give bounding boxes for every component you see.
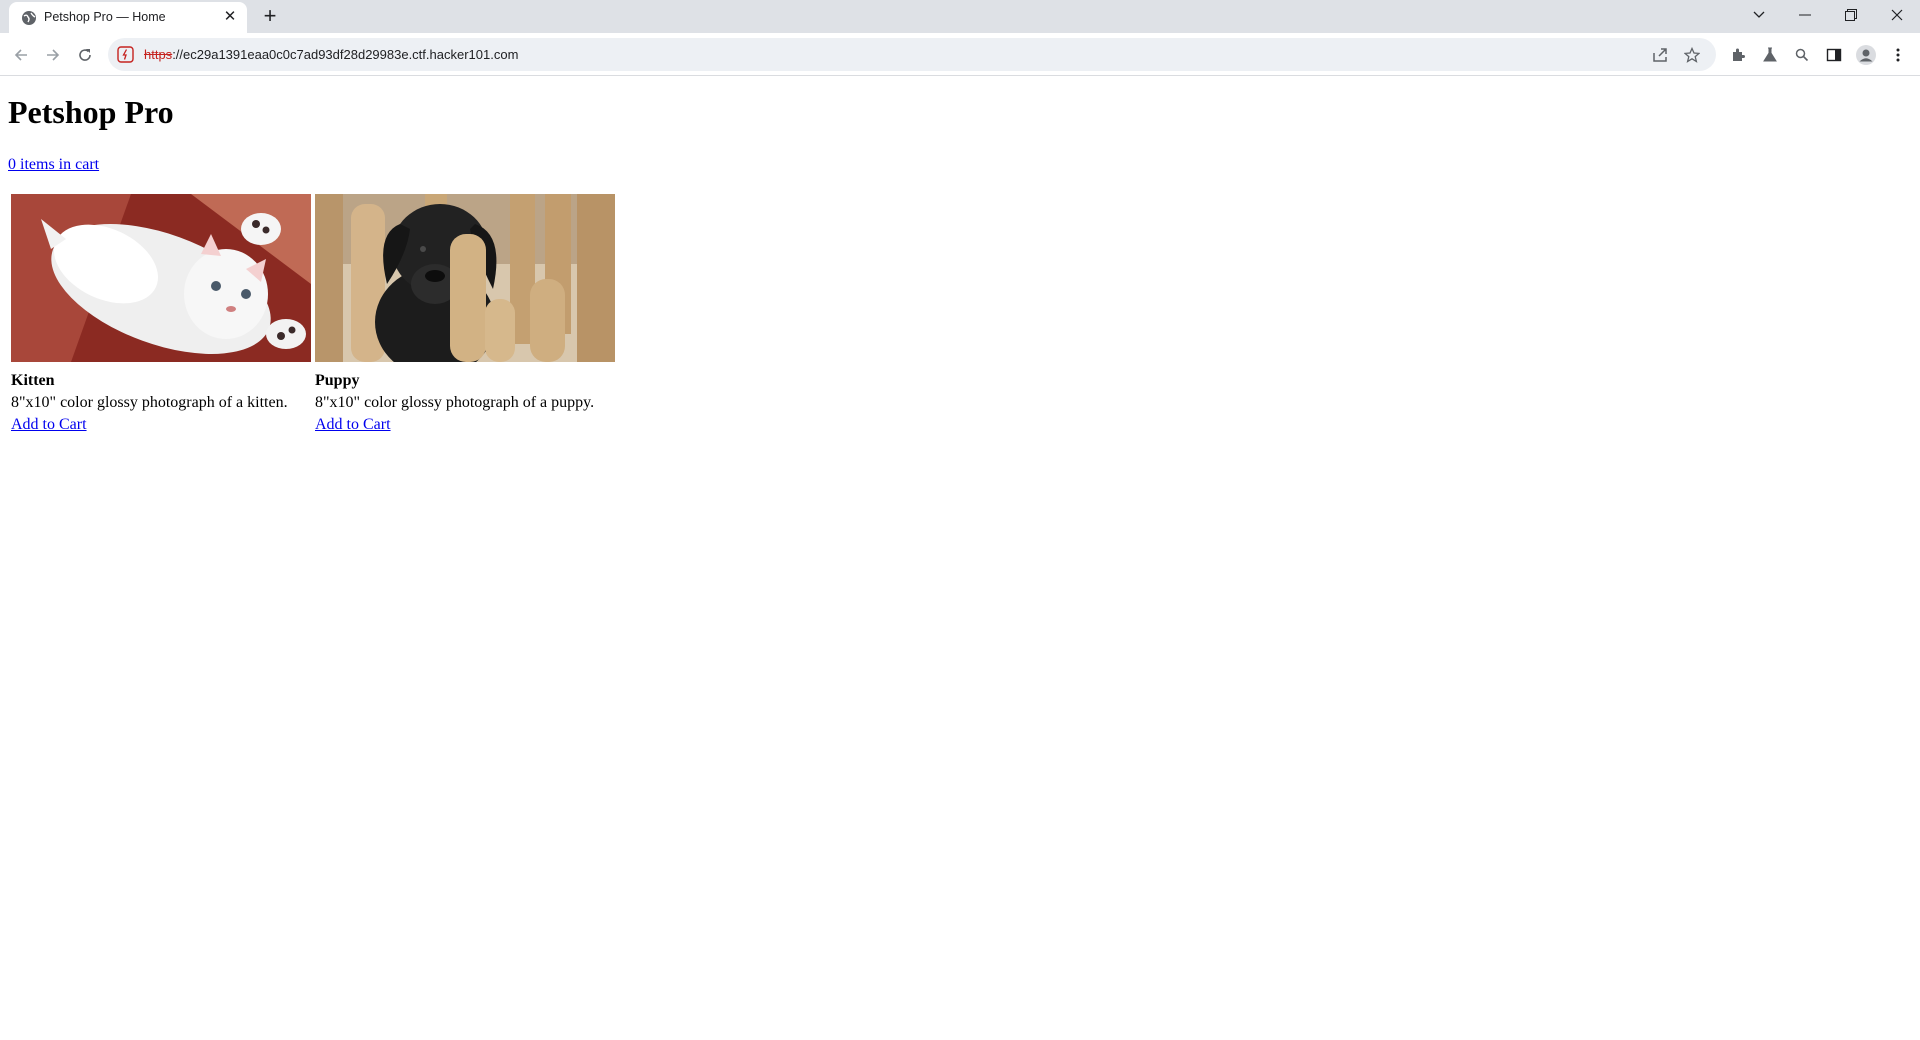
bookmark-star-icon[interactable] bbox=[1681, 44, 1703, 66]
add-to-cart-puppy[interactable]: Add to Cart bbox=[315, 414, 391, 436]
tab-strip: Petshop Pro — Home ✕ + bbox=[0, 0, 1920, 33]
url-host: ://ec29a1391eaa0c0c7ad93df28d29983e.ctf.… bbox=[172, 47, 519, 62]
side-panel-icon[interactable] bbox=[1822, 43, 1846, 67]
url-text[interactable]: https://ec29a1391eaa0c0c7ad93df28d29983e… bbox=[144, 47, 518, 62]
add-to-cart-kitten[interactable]: Add to Cart bbox=[11, 414, 87, 436]
restore-button[interactable] bbox=[1828, 0, 1874, 30]
share-icon[interactable] bbox=[1649, 44, 1671, 66]
minimize-button[interactable] bbox=[1782, 0, 1828, 30]
labs-flask-icon[interactable] bbox=[1758, 43, 1782, 67]
product-description: 8"x10" color glossy photograph of a kitt… bbox=[11, 394, 288, 411]
product-name: Kitten bbox=[11, 372, 55, 389]
cart-link[interactable]: 0 items in cart bbox=[8, 156, 99, 174]
product-description: 8"x10" color glossy photograph of a pupp… bbox=[315, 394, 595, 411]
product-puppy: Puppy 8"x10" color glossy photograph of … bbox=[315, 194, 615, 436]
page-content: Petshop Pro 0 items in cart Kitten 8"x10… bbox=[0, 77, 1920, 1040]
product-name: Puppy bbox=[315, 372, 360, 389]
url-scheme: https bbox=[144, 47, 173, 62]
tab-close-icon[interactable]: ✕ bbox=[220, 7, 240, 27]
tab-title: Petshop Pro — Home bbox=[44, 10, 166, 24]
address-bar[interactable]: https://ec29a1391eaa0c0c7ad93df28d29983e… bbox=[108, 38, 1716, 71]
page-title: Petshop Pro bbox=[8, 94, 174, 130]
new-tab-button[interactable]: + bbox=[258, 5, 282, 29]
tab-search-chevron-icon[interactable] bbox=[1736, 0, 1782, 30]
close-window-button[interactable] bbox=[1874, 0, 1920, 30]
puppy-photo[interactable] bbox=[315, 194, 615, 362]
reload-button[interactable] bbox=[71, 41, 99, 69]
extensions-icon[interactable] bbox=[1726, 43, 1750, 67]
profile-avatar-icon[interactable] bbox=[1854, 43, 1878, 67]
search-icon[interactable] bbox=[1790, 43, 1814, 67]
forward-button[interactable] bbox=[39, 41, 67, 69]
browser-tab-active[interactable]: Petshop Pro — Home ✕ bbox=[9, 2, 247, 33]
kitten-photo[interactable] bbox=[11, 194, 311, 362]
kebab-menu-icon[interactable] bbox=[1886, 43, 1910, 67]
back-button[interactable] bbox=[7, 41, 35, 69]
browser-toolbar: https://ec29a1391eaa0c0c7ad93df28d29983e… bbox=[0, 33, 1920, 76]
not-secure-icon[interactable] bbox=[117, 46, 134, 63]
globe-icon bbox=[22, 11, 36, 25]
product-kitten: Kitten 8"x10" color glossy photograph of… bbox=[11, 194, 311, 436]
